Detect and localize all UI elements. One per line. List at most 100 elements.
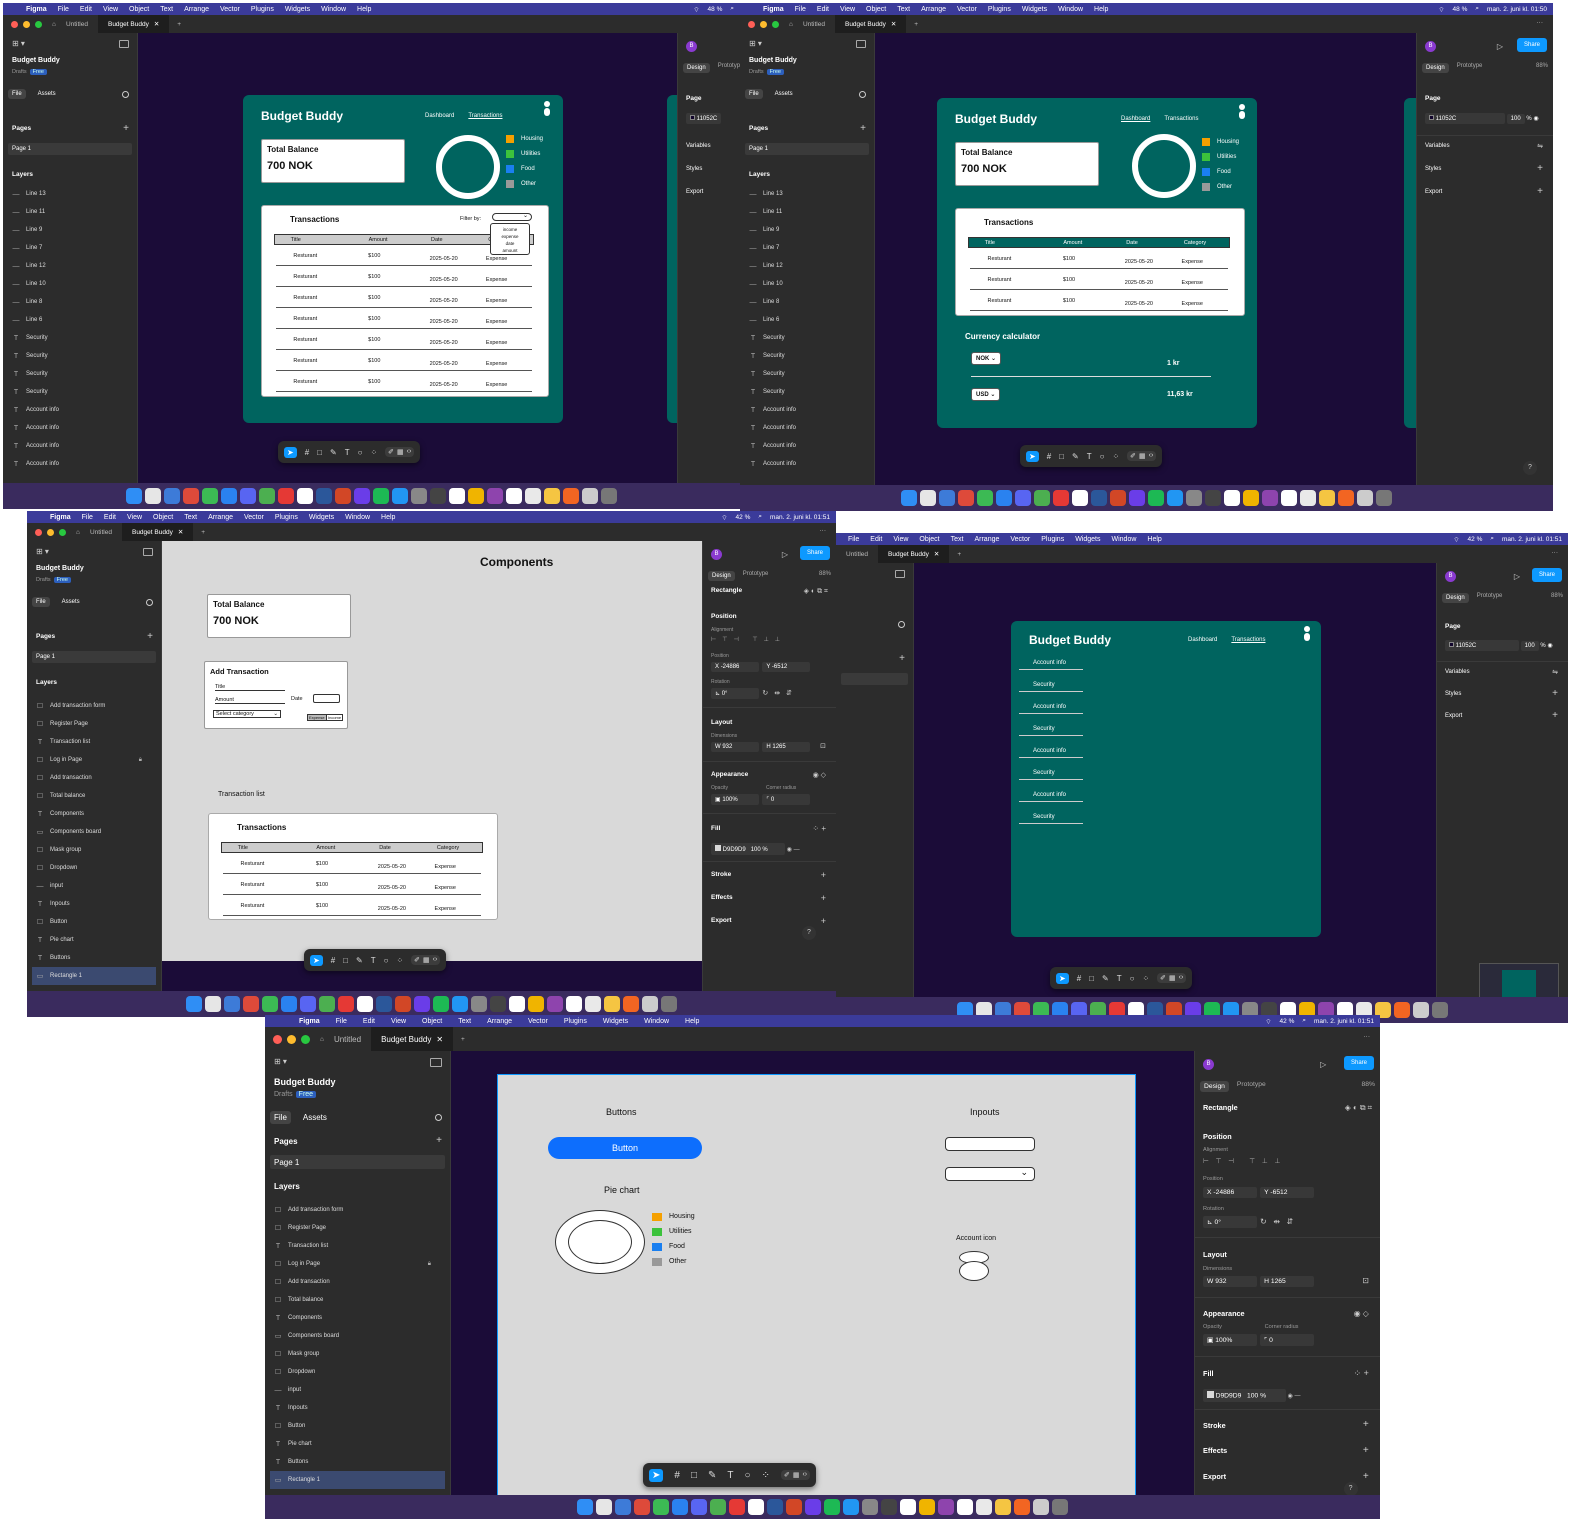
minimize-window-icon[interactable] — [47, 528, 54, 536]
pen-tool-icon[interactable]: ✎ — [330, 448, 337, 457]
user-avatar[interactable]: B — [1203, 1059, 1214, 1070]
dock-app-icon[interactable] — [1224, 490, 1240, 506]
layer-item[interactable]: T Security — [749, 383, 869, 401]
layer-item[interactable]: — Line 12 — [749, 257, 869, 275]
layer-item[interactable]: ☐ Add transaction form — [36, 697, 156, 715]
account-menu-item[interactable]: Account info — [1019, 701, 1083, 714]
wifi-icon[interactable]: ⌔ — [1438, 5, 1444, 14]
components-board[interactable]: Components Total Balance 700 NOK Add Tra… — [162, 541, 702, 961]
move-tool-icon[interactable]: ➤ — [284, 446, 297, 458]
eye-icon[interactable]: ◉ — [787, 847, 792, 853]
rectangle-tool-icon[interactable]: □ — [1059, 452, 1064, 461]
layer-item[interactable]: — Line 7 — [12, 239, 132, 257]
category-select[interactable]: Select category ⌄ — [213, 710, 281, 718]
text-tool-icon[interactable]: T — [1087, 452, 1092, 461]
column-header[interactable]: Amount — [316, 845, 335, 851]
add-page-icon[interactable]: + — [899, 654, 905, 664]
actions-tool-icon[interactable]: ⁘ — [370, 448, 377, 457]
alignment-icons[interactable]: ⊢⊤⊣ ⊤⊥⊥ — [1203, 1157, 1372, 1165]
layer-item[interactable]: T Components — [36, 805, 156, 823]
menu-text[interactable]: Text — [897, 6, 910, 13]
layer-item[interactable]: — Line 8 — [12, 293, 132, 311]
clock[interactable]: man. 2. juni kl. 01:51 — [1502, 536, 1562, 543]
title-field[interactable]: Title — [215, 684, 285, 691]
page-color-value[interactable]: 11052C — [1436, 116, 1457, 122]
export-heading[interactable]: Export — [711, 917, 828, 924]
rotation-field[interactable]: ⊾ 0° — [711, 688, 759, 699]
dock-app-icon[interactable] — [126, 488, 142, 504]
lock-icon[interactable]: 🔒︎ — [139, 757, 142, 764]
layer-item[interactable]: ▭ Rectangle 1 — [32, 967, 156, 985]
fill-actions-icons[interactable]: ⁘ + — [1354, 1368, 1369, 1379]
prototype-tab[interactable]: Prototype — [1477, 593, 1503, 603]
dock-app-icon[interactable] — [376, 996, 392, 1012]
layer-item[interactable]: ☐ Add transaction — [36, 769, 156, 787]
tab-untitled[interactable]: Untitled — [793, 15, 835, 33]
pen-tool-icon[interactable]: ✎ — [356, 956, 363, 965]
account-menu-item[interactable]: Security — [1019, 723, 1083, 736]
dev-mode-toggle[interactable]: ✐ ▦ ‹› — [1127, 451, 1157, 461]
layer-item[interactable]: — Line 13 — [749, 185, 869, 203]
styles-heading[interactable]: Styles — [1425, 166, 1545, 172]
dev-mode-toggle[interactable]: ✐ ▦ ‹› — [411, 955, 441, 965]
add-export-icon[interactable]: + — [1363, 1471, 1369, 1482]
sidebar-toggle-icon[interactable] — [119, 40, 129, 48]
design-tab[interactable]: Design — [1422, 63, 1449, 73]
layer-item[interactable]: ☐ Mask group — [36, 841, 156, 859]
layer-item[interactable]: T Buttons — [36, 949, 156, 967]
column-header[interactable]: Title — [238, 845, 248, 851]
dropdown-input[interactable]: ⌄ — [945, 1167, 1035, 1181]
dock-app-icon[interactable] — [824, 1499, 840, 1515]
to-currency-select[interactable]: USD ⌄ — [971, 388, 1001, 401]
share-button[interactable]: Share — [1343, 1056, 1374, 1070]
menu-text[interactable]: Text — [184, 514, 197, 521]
dock-app-icon[interactable] — [604, 996, 620, 1012]
menu-vector[interactable]: Vector — [528, 1018, 548, 1025]
nav-dashboard[interactable]: Dashboard — [1121, 116, 1150, 122]
dock-app-icon[interactable] — [1167, 490, 1183, 506]
design-mode-icon[interactable]: ▦ — [397, 448, 404, 456]
resize-icon[interactable]: ⊡ — [1362, 1276, 1369, 1285]
menu-view[interactable]: View — [391, 1018, 406, 1025]
design-mode-icon[interactable]: ▦ — [1169, 974, 1176, 982]
move-tool-icon[interactable]: ➤ — [1026, 450, 1039, 462]
dock-app-icon[interactable] — [615, 1499, 631, 1515]
menu-plugins[interactable]: Plugins — [275, 514, 298, 521]
menu-edit[interactable]: Edit — [104, 514, 116, 521]
effects-heading[interactable]: Effects — [1203, 1446, 1372, 1455]
wifi-icon[interactable]: ⌔ — [1265, 1017, 1271, 1026]
battery-status[interactable]: 42 % — [1280, 1018, 1295, 1025]
assets-tab[interactable]: Assets — [299, 1111, 331, 1124]
dock-app-icon[interactable] — [1281, 490, 1297, 506]
layer-item[interactable]: T Security — [12, 383, 132, 401]
close-tab-icon[interactable]: ✕ — [178, 528, 183, 536]
close-window-icon[interactable] — [748, 20, 755, 28]
lock-icon[interactable]: 🔒︎ — [428, 1261, 431, 1268]
help-icon[interactable]: ? — [802, 926, 816, 940]
tab-untitled[interactable]: Untitled — [836, 545, 878, 563]
dock-app-icon[interactable] — [1243, 490, 1259, 506]
rotation-field[interactable]: ⊾ 0° — [1203, 1215, 1257, 1228]
page-color-row[interactable]: 11052C — [686, 113, 732, 124]
pen-tool-icon[interactable]: ✎ — [1072, 452, 1079, 461]
dock-app-icon[interactable] — [691, 1499, 707, 1515]
new-tab-icon[interactable]: + — [193, 529, 213, 536]
export-heading[interactable]: Export — [1425, 189, 1545, 195]
actions-tool-icon[interactable]: ⁘ — [1112, 452, 1119, 461]
menu-window[interactable]: Window — [321, 6, 346, 13]
pen-tool-icon[interactable]: ✎ — [1102, 974, 1109, 983]
account-icon-component[interactable] — [959, 1251, 989, 1281]
present-icon[interactable]: ▷ — [1497, 42, 1503, 51]
menu-window[interactable]: Window — [345, 514, 370, 521]
design-tab[interactable]: Design — [708, 571, 735, 581]
wifi-icon[interactable]: ⌔ — [1453, 535, 1459, 544]
opacity-field[interactable]: ▣ 100% — [1203, 1334, 1257, 1347]
share-button[interactable]: Share — [1516, 38, 1547, 52]
search-icon[interactable] — [122, 91, 129, 98]
frame-tool-icon[interactable]: # — [305, 448, 309, 457]
transactions-component[interactable]: Transactions Title Amount Date Category Rest… — [208, 813, 498, 920]
dock-app-icon[interactable] — [452, 996, 468, 1012]
account-menu-item[interactable]: Account info — [1019, 657, 1083, 670]
battery-status[interactable]: 48 % — [708, 6, 723, 13]
menu-edit[interactable]: Edit — [870, 536, 882, 543]
